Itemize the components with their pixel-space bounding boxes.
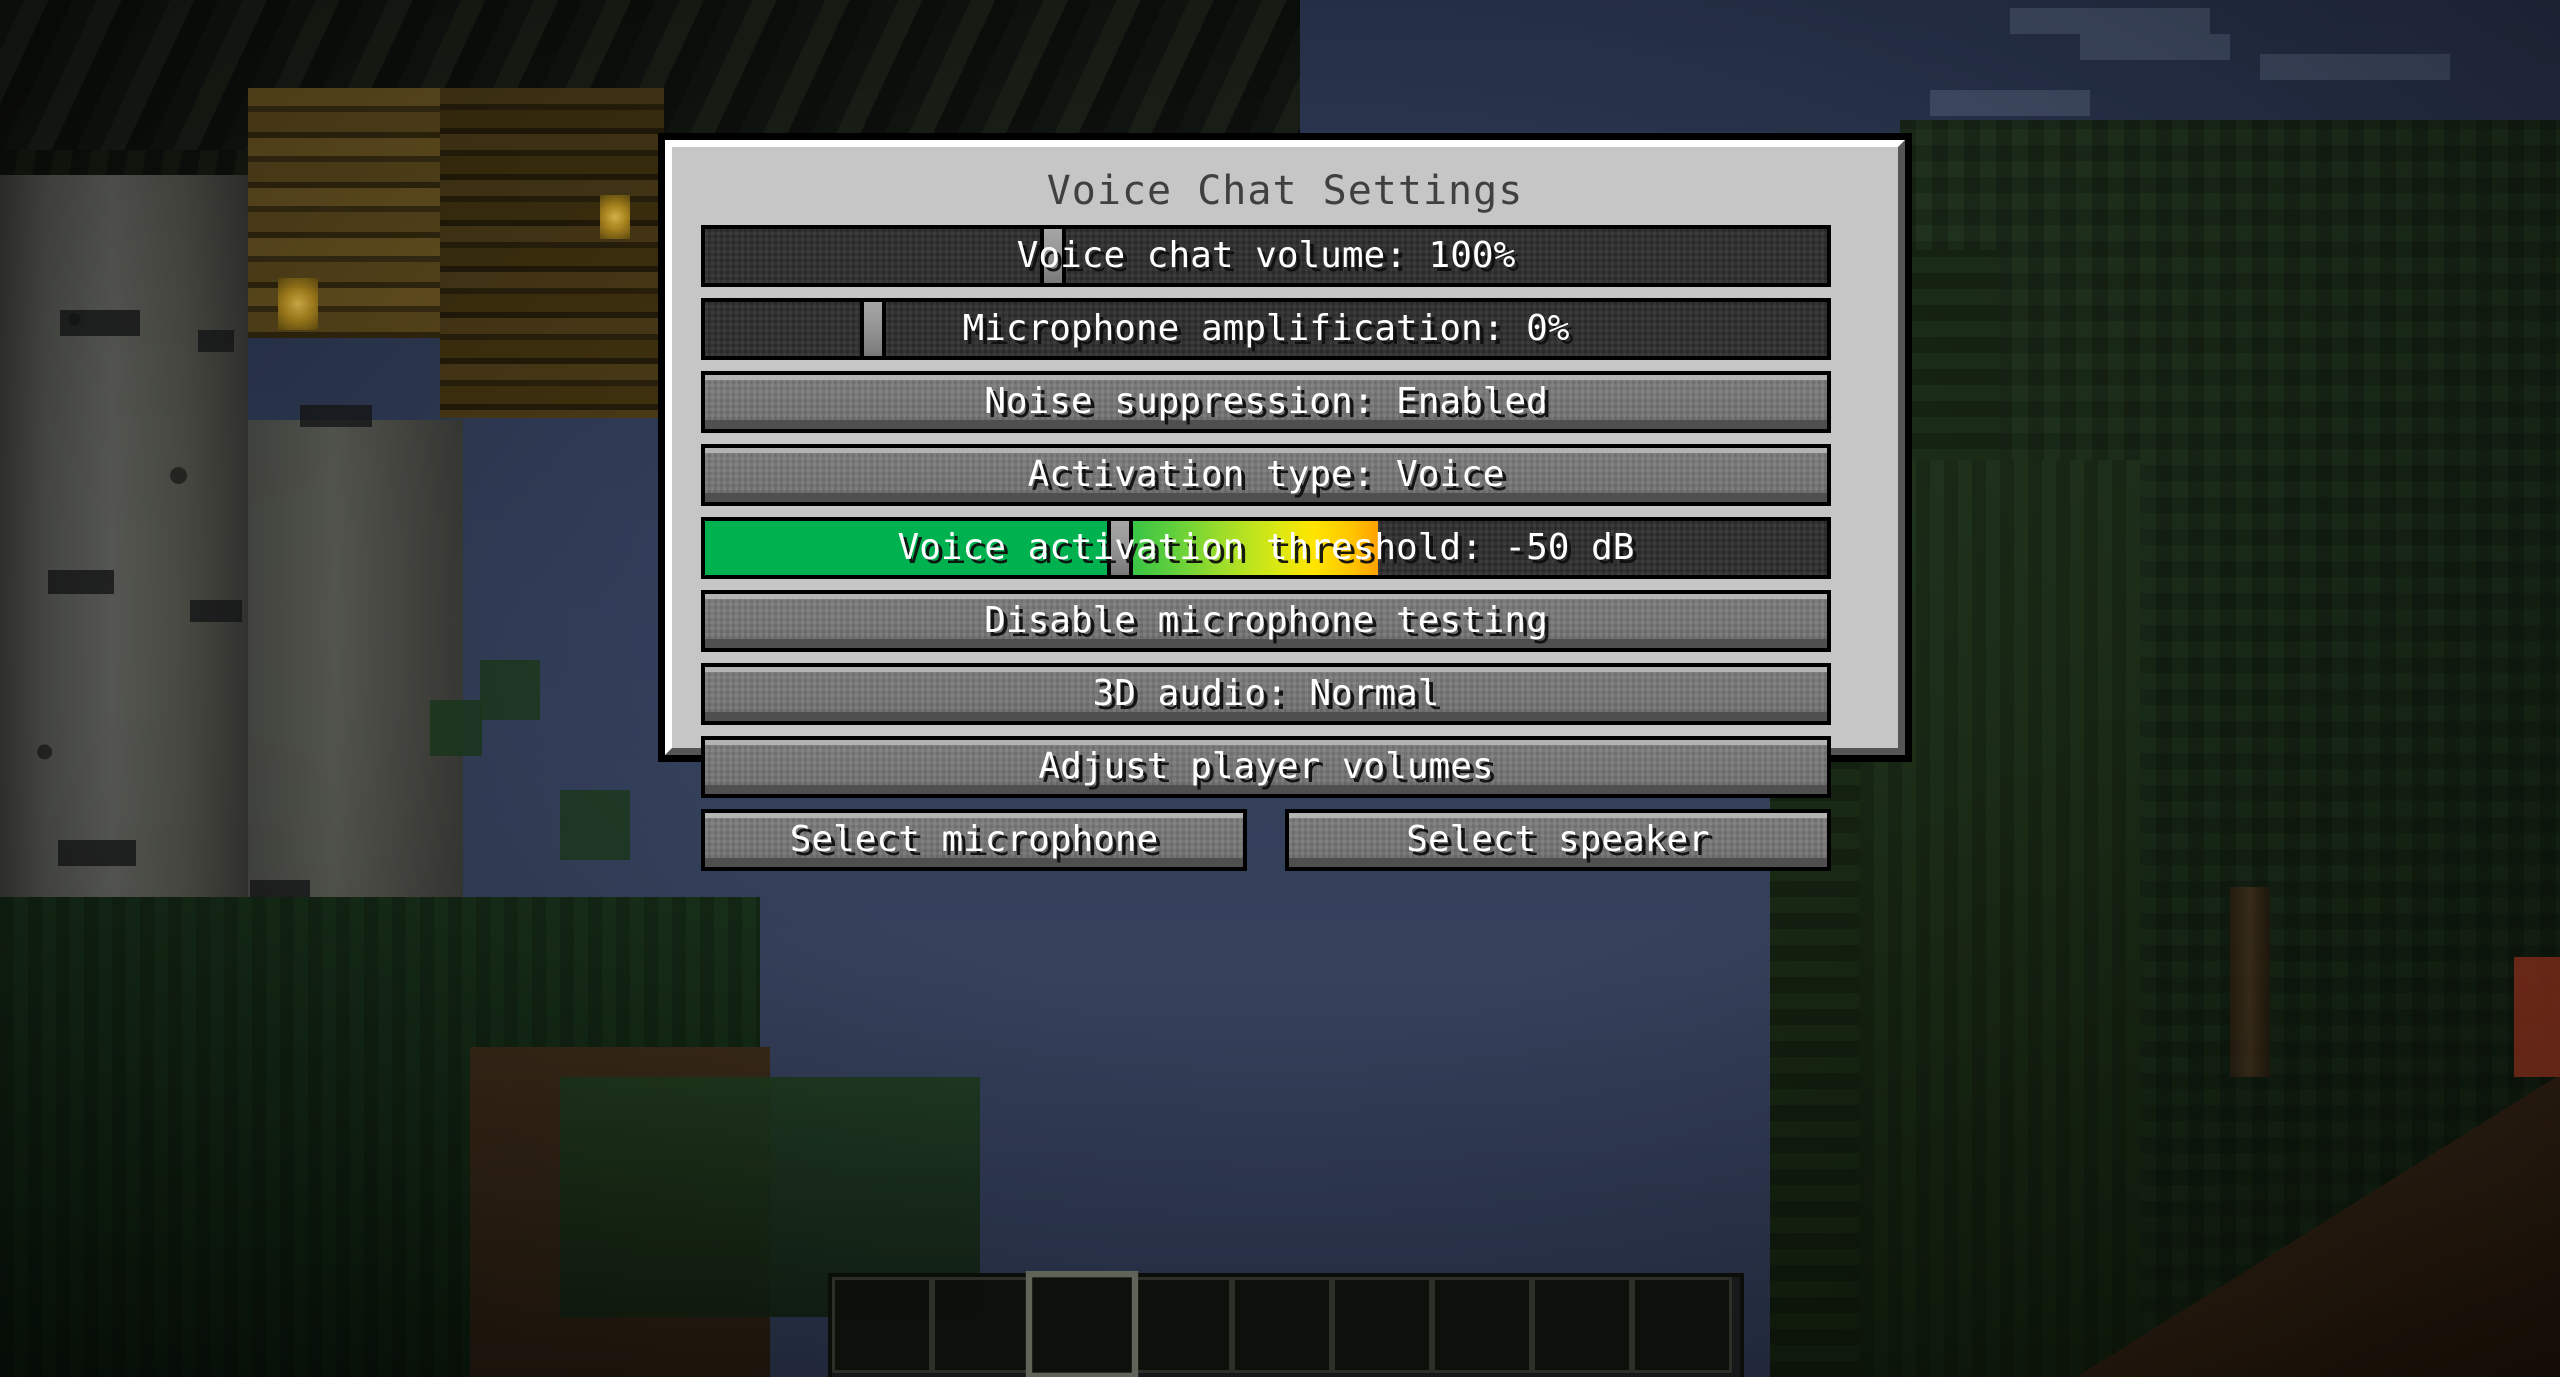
hotbar-slot-1[interactable] — [832, 1277, 932, 1373]
voice-chat-volume-slider-label: Voice chat volume: 100% — [1016, 235, 1516, 276]
threshold-meter-gradient — [1120, 521, 1379, 575]
leaf-block — [560, 790, 630, 860]
microphone-amplification-slider-handle[interactable] — [860, 302, 887, 356]
birch-bark-mark — [58, 840, 136, 866]
birch-bark-mark — [60, 310, 140, 336]
lamp-glow — [600, 195, 630, 239]
voice-chat-volume-slider-handle[interactable] — [1039, 229, 1066, 283]
select-microphone-button-label: Select microphone — [789, 819, 1159, 860]
hotbar-slot-9[interactable] — [1632, 1277, 1732, 1373]
settings-row: Voice activation threshold: -50 dB — [701, 517, 1831, 579]
birch-bark-mark — [190, 600, 242, 622]
activation-type-button[interactable]: Activation type: Voice — [701, 444, 1831, 506]
settings-row: Adjust player volumes — [701, 736, 1831, 798]
hotbar[interactable] — [828, 1270, 1744, 1377]
red-block — [2514, 957, 2560, 1077]
hotbar-slot-5[interactable] — [1232, 1277, 1332, 1373]
disable-microphone-testing-button[interactable]: Disable microphone testing — [701, 590, 1831, 652]
select-speaker-button[interactable]: Select speaker — [1285, 809, 1831, 871]
voice-activation-threshold-slider-handle[interactable] — [1107, 521, 1134, 575]
hotbar-slot-8[interactable] — [1532, 1277, 1632, 1373]
cloud — [2080, 34, 2230, 60]
log-cabin-side — [440, 88, 664, 418]
settings-row: Noise suppression: Enabled — [701, 371, 1831, 433]
voice-activation-threshold-slider[interactable]: Voice activation threshold: -50 dB — [701, 517, 1831, 579]
settings-row: Activation type: Voice — [701, 444, 1831, 506]
tree-trunk-right — [2230, 887, 2270, 1077]
noise-suppression-button-label: Noise suppression: Enabled — [984, 381, 1548, 422]
settings-options-list: Voice chat volume: 100% Microphone amplif… — [701, 225, 1831, 882]
cloud — [2010, 8, 2210, 34]
birch-bark-mark — [198, 330, 234, 352]
settings-row: Microphone amplification: 0% — [701, 298, 1831, 360]
adjust-player-volumes-button-label: Adjust player volumes — [1038, 746, 1494, 787]
microphone-amplification-slider-label: Microphone amplification: 0% — [962, 308, 1570, 349]
hotbar-slot-6[interactable] — [1332, 1277, 1432, 1373]
3d-audio-button[interactable]: 3D audio: Normal — [701, 663, 1831, 725]
settings-row: Disable microphone testing — [701, 590, 1831, 652]
birch-bark-mark — [300, 405, 372, 427]
select-speaker-button-label: Select speaker — [1406, 819, 1710, 860]
leaf-block — [480, 660, 540, 720]
birch-bark-mark — [48, 570, 114, 594]
game-screen: Voice Chat Settings Voice chat volume: 1… — [0, 0, 2560, 1377]
noise-suppression-button[interactable]: Noise suppression: Enabled — [701, 371, 1831, 433]
settings-row: Voice chat volume: 100% — [701, 225, 1831, 287]
hotbar-slot-2[interactable] — [932, 1277, 1032, 1373]
adjust-player-volumes-button[interactable]: Adjust player volumes — [701, 736, 1831, 798]
hotbar-slot-3[interactable] — [1025, 1270, 1139, 1377]
disable-microphone-testing-button-label: Disable microphone testing — [984, 600, 1548, 641]
voice-chat-volume-slider[interactable]: Voice chat volume: 100% — [701, 225, 1831, 287]
voice-chat-settings-panel: Voice Chat Settings Voice chat volume: 1… — [665, 140, 1905, 871]
threshold-meter-solid — [705, 521, 1121, 575]
hotbar-slot-7[interactable] — [1432, 1277, 1532, 1373]
lamp-glow — [278, 278, 318, 330]
leaf-block — [430, 700, 482, 756]
settings-bottom-row: Select microphone Select speaker — [701, 809, 1831, 871]
activation-type-button-label: Activation type: Voice — [1027, 454, 1505, 495]
cloud — [2260, 54, 2450, 80]
cloud — [1930, 90, 2090, 116]
select-microphone-button[interactable]: Select microphone — [701, 809, 1247, 871]
settings-row: 3D audio: Normal — [701, 663, 1831, 725]
page-title: Voice Chat Settings — [1046, 168, 1524, 214]
microphone-amplification-slider[interactable]: Microphone amplification: 0% — [701, 298, 1831, 360]
3d-audio-button-label: 3D audio: Normal — [1092, 673, 1440, 714]
hotbar-slot-4[interactable] — [1132, 1277, 1232, 1373]
